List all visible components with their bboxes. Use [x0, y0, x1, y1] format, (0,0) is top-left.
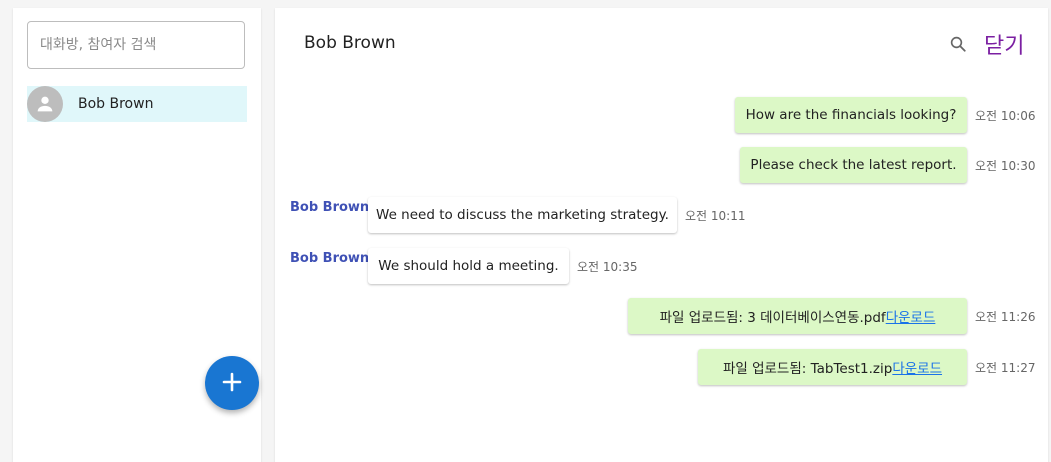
- message-text: We need to discuss the marketing strateg…: [376, 207, 669, 223]
- message-text: 파일 업로드됨: 3 데이터베이스연동.pdf: [659, 310, 886, 326]
- message-text: We should hold a meeting.: [378, 258, 559, 274]
- search-icon[interactable]: [948, 34, 968, 54]
- message-bubble: We should hold a meeting.: [368, 248, 569, 284]
- contact-item-bob-brown[interactable]: Bob Brown: [27, 86, 247, 122]
- chat-title: Bob Brown: [304, 33, 396, 53]
- message-sender: Bob Brown: [290, 200, 370, 215]
- message-time: 오전 10:30: [975, 159, 1036, 173]
- message-time: 오전 10:11: [685, 209, 746, 223]
- file-message-bubble: 파일 업로드됨: 3 데이터베이스연동.pdf 다운로드: [628, 298, 967, 334]
- message-time: 오전 10:06: [975, 109, 1036, 123]
- file-message-bubble: 파일 업로드됨: TabTest1.zip 다운로드: [698, 349, 967, 385]
- message-sender: Bob Brown: [290, 251, 370, 266]
- message-time: 오전 11:27: [975, 361, 1036, 375]
- message-bubble: Please check the latest report.: [740, 147, 967, 183]
- message-text: How are the financials looking?: [745, 107, 957, 123]
- download-link[interactable]: 다운로드: [892, 357, 942, 377]
- message-time: 오전 11:26: [975, 310, 1036, 324]
- chat-panel: Bob Brown 닫기 How are the financials look…: [275, 8, 1048, 462]
- message-bubble: How are the financials looking?: [735, 97, 967, 133]
- conversation-sidebar: Bob Brown: [13, 8, 261, 462]
- message-bubble: We need to discuss the marketing strateg…: [368, 197, 677, 233]
- plus-icon: [222, 372, 242, 395]
- conversation-search-input[interactable]: [27, 21, 245, 69]
- contact-name: Bob Brown: [78, 96, 154, 112]
- download-link[interactable]: 다운로드: [886, 306, 936, 326]
- close-button[interactable]: 닫기: [984, 28, 1024, 60]
- message-time: 오전 10:35: [577, 260, 638, 274]
- person-icon: [27, 86, 63, 122]
- message-text: Please check the latest report.: [750, 157, 957, 173]
- message-text: 파일 업로드됨: TabTest1.zip: [722, 361, 893, 377]
- new-conversation-button[interactable]: [205, 356, 259, 410]
